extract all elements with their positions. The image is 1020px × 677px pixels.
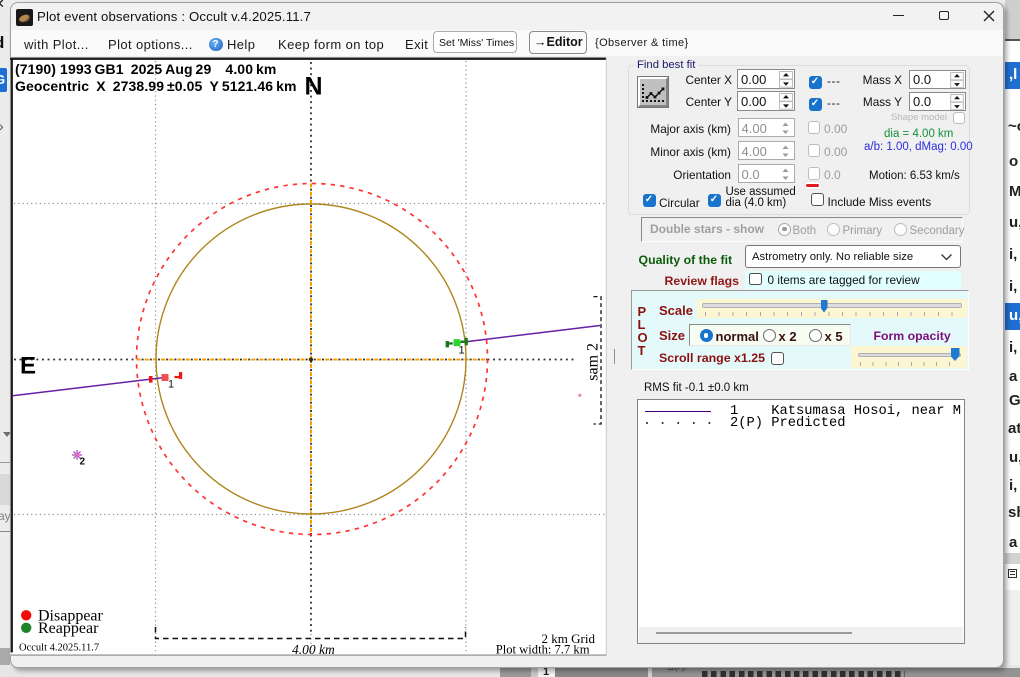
svg-text:2: 2 [80,457,86,468]
svg-text:1: 1 [459,345,465,357]
svg-text:N: N [305,73,323,101]
svg-text:a: a [585,367,602,374]
svg-text:Geocentric X 2738.99 ±0.05 Y 5: Geocentric X 2738.99 ±0.05 Y 5121.46 km [15,78,297,94]
svg-text:1: 1 [168,379,174,391]
svg-text:4.00 km: 4.00 km [292,642,335,657]
svg-text:Reappear: Reappear [38,620,99,637]
svg-text:s: s [585,374,602,380]
svg-text:Plot width: 7.7 km: Plot width: 7.7 km [496,643,590,657]
svg-text:Occult 4.2025.11.7: Occult 4.2025.11.7 [19,643,99,654]
svg-text:E: E [20,353,36,380]
svg-text:2: 2 [585,343,602,351]
svg-text:(7190) 1993 GB1 2025 Aug 29 4.: (7190) 1993 GB1 2025 Aug 29 4.00 km [15,61,276,77]
svg-text:m: m [585,354,602,367]
